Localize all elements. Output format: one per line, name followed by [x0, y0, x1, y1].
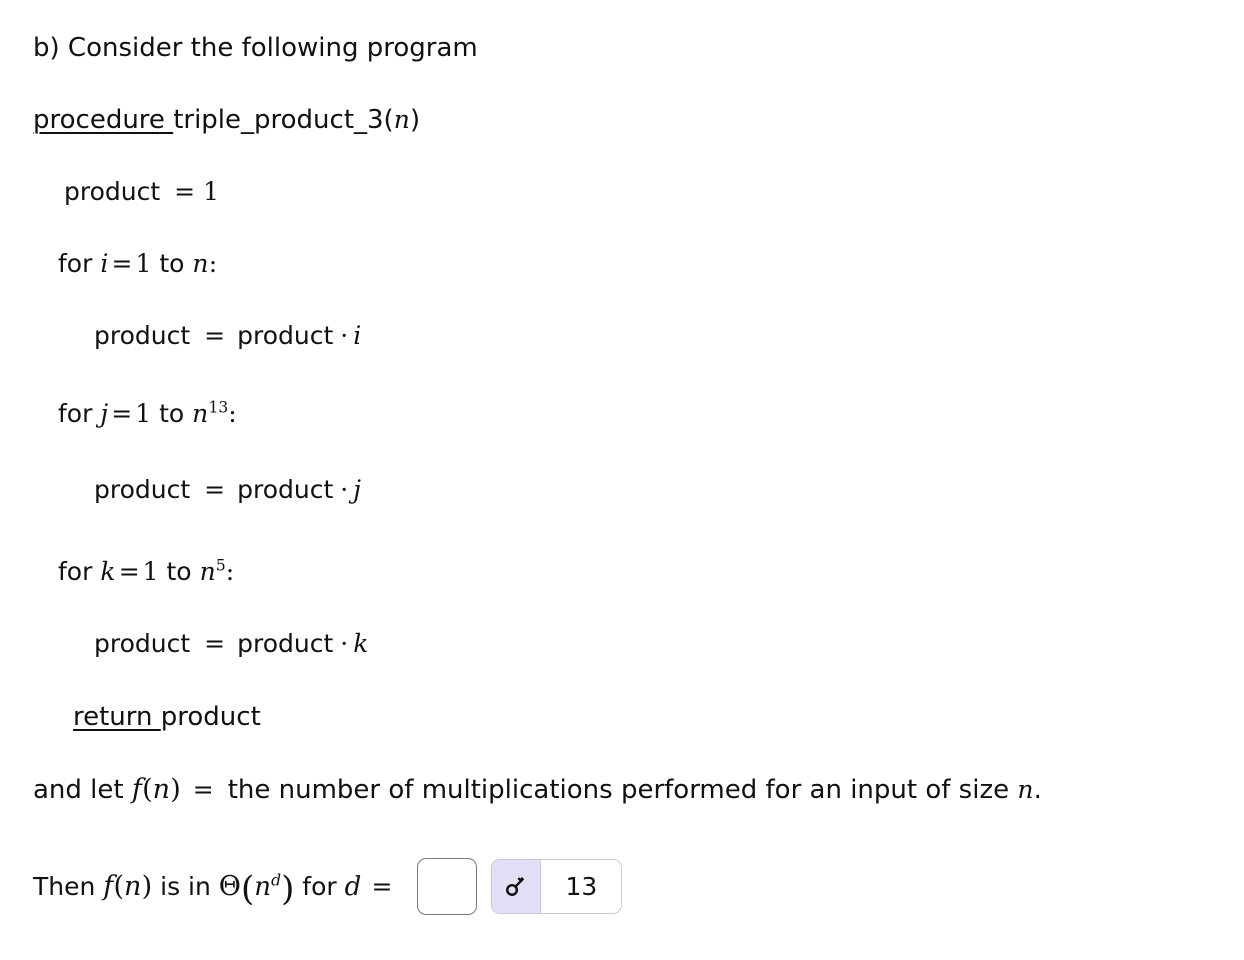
- complexity-exponent-d: d: [271, 871, 282, 890]
- factor-j: j: [353, 475, 362, 504]
- product-label: product: [237, 629, 334, 658]
- procedure-signature: procedure triple_product_3(n): [33, 106, 420, 135]
- function-f: f: [131, 774, 143, 805]
- product-label: product: [94, 629, 191, 658]
- multiplication-dot: ·: [340, 321, 349, 350]
- close-paren: ): [170, 774, 181, 805]
- for-keyword: for: [58, 249, 93, 278]
- loop-end-base: n: [192, 399, 209, 428]
- equals-sign: =: [204, 475, 226, 504]
- product-label: product: [94, 321, 191, 350]
- colon: :: [228, 399, 237, 428]
- big-open-paren: (: [240, 868, 255, 909]
- question-page: b) Consider the following program proced…: [0, 0, 1244, 960]
- to-keyword: to: [159, 249, 185, 278]
- code-line-body-j: product = product · j: [94, 476, 361, 504]
- question-sentence: Then f(n) is in Θ(nd) for d =: [33, 870, 395, 906]
- loop-end-exponent: 13: [208, 398, 229, 417]
- for-text: for: [294, 871, 345, 901]
- big-close-paren: ): [281, 868, 295, 909]
- multiplication-dot: ·: [340, 629, 349, 658]
- loop-start: 1: [142, 557, 159, 586]
- code-line-for-k: for k = 1 to n5:: [58, 558, 234, 586]
- product-label: product: [94, 475, 191, 504]
- equals-sign: =: [204, 321, 226, 350]
- loop-var-i: i: [100, 249, 109, 278]
- return-keyword: return: [73, 702, 161, 732]
- code-line-for-j: for j = 1 to n13:: [58, 400, 237, 428]
- for-keyword: for: [58, 399, 93, 428]
- procedure-name: triple_product_3(: [173, 105, 394, 135]
- equals-sign: =: [111, 399, 133, 428]
- feedback-value: 13: [541, 859, 622, 913]
- theta-symbol: Θ: [218, 870, 241, 902]
- answer-variable-d: d: [344, 871, 362, 902]
- period: .: [1033, 775, 1042, 805]
- colon: :: [208, 249, 218, 278]
- procedure-close-paren: ): [410, 105, 421, 135]
- for-keyword: for: [58, 557, 93, 586]
- factor-i: i: [353, 321, 362, 350]
- procedure-keyword: procedure: [33, 105, 174, 135]
- loop-start: 1: [135, 399, 152, 428]
- complexity-base-n: n: [254, 871, 272, 902]
- to-keyword: to: [166, 557, 192, 586]
- code-line-init-product: product = 1: [64, 178, 219, 206]
- open-paren: (: [113, 870, 125, 902]
- multiplication-dot: ·: [340, 475, 349, 504]
- colon: :: [225, 557, 235, 586]
- answer-feedback-widget[interactable]: 13: [491, 858, 623, 914]
- equals-sign: =: [192, 775, 214, 804]
- equals-sign: =: [204, 629, 226, 658]
- return-value: product: [160, 702, 261, 732]
- loop-end-exponent: 5: [215, 556, 226, 575]
- factor-k: k: [353, 629, 369, 658]
- value-one: 1: [203, 177, 220, 206]
- key-icon: [492, 859, 542, 913]
- code-line-body-i: product = product · i: [94, 322, 361, 350]
- question-lead: Then: [33, 871, 104, 901]
- definition-tail: the number of multiplications performed …: [227, 775, 1018, 805]
- question-prompt: b) Consider the following program: [33, 33, 478, 63]
- product-label: product: [237, 475, 334, 504]
- code-line-return: return product: [73, 703, 261, 732]
- code-line-for-i: for i = 1 to n:: [58, 250, 217, 278]
- code-line-body-k: product = product · k: [94, 630, 369, 658]
- product-label: product: [237, 321, 334, 350]
- loop-start: 1: [135, 249, 152, 278]
- equals-sign: =: [111, 249, 133, 278]
- loop-end-base: n: [199, 557, 216, 586]
- equals-sign: =: [118, 557, 140, 586]
- equals-sign: =: [371, 871, 393, 901]
- product-label: product: [64, 177, 161, 206]
- definition-lead: and let: [33, 775, 132, 805]
- function-f: f: [103, 870, 114, 902]
- size-var-n: n: [1017, 775, 1034, 804]
- procedure-param: n: [393, 105, 411, 134]
- close-paren: ): [141, 870, 153, 902]
- to-keyword: to: [159, 399, 185, 428]
- open-paren: (: [142, 774, 153, 805]
- equals-sign: =: [174, 177, 196, 206]
- definition-sentence: and let f(n) = the number of multiplicatio…: [33, 775, 1042, 805]
- function-arg-n: n: [124, 870, 142, 902]
- question-middle: is in: [152, 871, 219, 901]
- answer-input[interactable]: [417, 857, 478, 915]
- function-arg-n: n: [152, 774, 171, 805]
- answer-row: Then f(n) is in Θ(nd) for d = 13: [33, 856, 623, 916]
- loop-end: n: [192, 249, 209, 278]
- loop-var-k: k: [100, 557, 116, 586]
